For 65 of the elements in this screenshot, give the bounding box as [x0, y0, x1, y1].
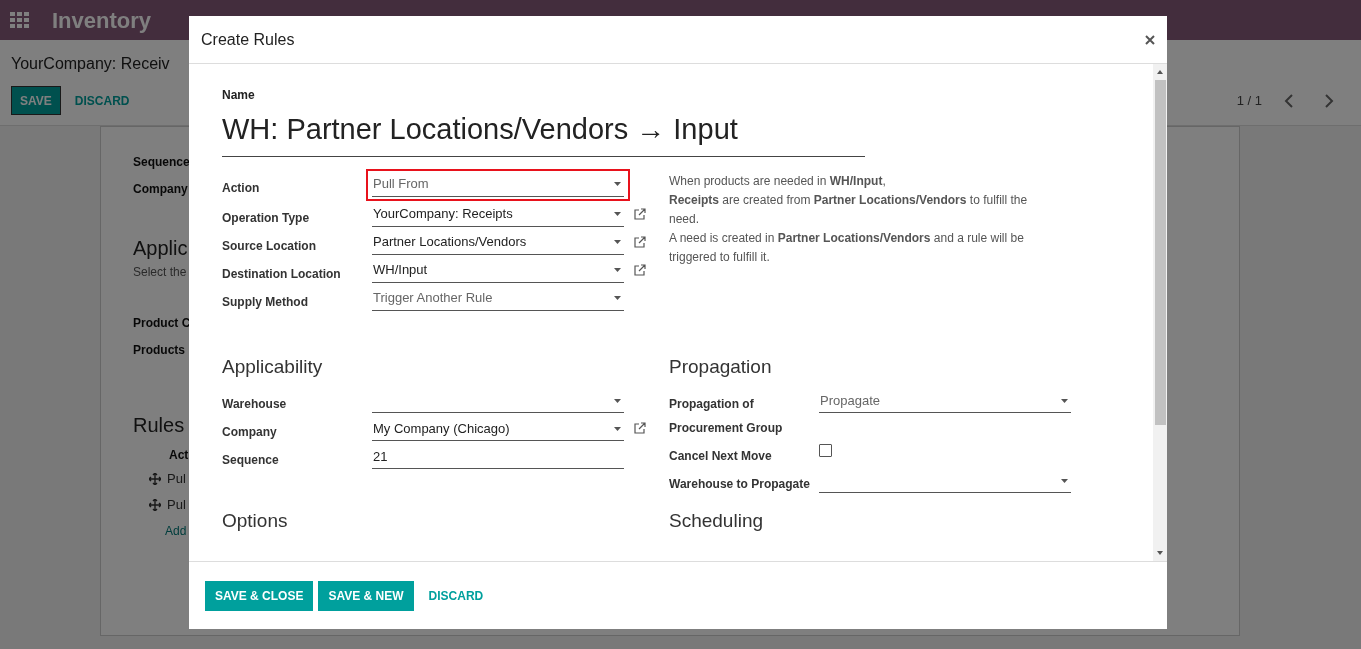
field-label: Name	[222, 87, 256, 104]
dropdown-caret-icon	[614, 398, 621, 403]
checkbox[interactable]	[819, 444, 832, 457]
dropdown-caret-icon	[614, 296, 621, 300]
apps-menu-icon[interactable]	[10, 12, 30, 28]
discard-button[interactable]: DISCARD	[418, 586, 494, 605]
name-input[interactable]: WH: Partner Locations/Vendors → Input	[222, 104, 865, 157]
select-field[interactable]: Trigger Another Rule	[372, 286, 624, 311]
field-label: Operation Type	[222, 210, 310, 225]
dropdown-caret-icon	[1061, 398, 1068, 403]
dialog-title: Create Rules	[201, 29, 295, 50]
dropdown-caret-icon	[614, 240, 621, 244]
breadcrumb[interactable]: YourCompany: Receiv	[11, 55, 170, 72]
section-title: Applic	[133, 237, 188, 259]
external-link-icon[interactable]	[634, 422, 646, 434]
app-title: Inventory	[52, 6, 152, 35]
table-cell-text: Pul	[167, 496, 186, 515]
pager-counter: 1 / 1	[1236, 91, 1262, 110]
field-label: Source Location	[222, 238, 316, 253]
section-title: Options	[222, 509, 289, 533]
column-header: Act	[169, 448, 189, 462]
field-label: Company	[222, 425, 277, 439]
chevron-right-icon	[1324, 93, 1334, 108]
hint-text: Select the	[133, 265, 187, 279]
dropdown-caret-icon	[614, 182, 621, 186]
field-label: Supply Method	[222, 294, 308, 309]
chevron-left-icon	[1284, 93, 1294, 108]
select-field[interactable]: Propagate	[819, 389, 1071, 413]
field-label: Company	[133, 182, 188, 196]
dropdown-caret-icon	[614, 426, 621, 431]
dropdown-caret-icon	[614, 212, 621, 216]
input-field[interactable]: 21	[372, 445, 624, 469]
save-button[interactable]: SAVE & NEW	[318, 580, 414, 611]
field-label: Products	[133, 343, 185, 357]
field-label: Warehouse to Propagate	[669, 477, 810, 491]
select-field[interactable]: WH/Input	[372, 258, 624, 283]
field-label: Sequence	[133, 155, 190, 169]
select-field[interactable]: My Company (Chicago)	[372, 417, 624, 441]
field-label: Warehouse	[222, 397, 287, 411]
section-title: Rules	[133, 414, 185, 436]
add-line-link[interactable]: Add	[165, 524, 187, 538]
external-link-icon[interactable]	[634, 263, 646, 276]
help-text: When products are needed in WH/Input,	[669, 172, 887, 190]
field-label: Destination Location	[222, 266, 341, 281]
external-link-icon[interactable]	[634, 207, 646, 220]
save-button[interactable]: SAVE & CLOSE	[205, 580, 314, 611]
close-icon[interactable]	[1145, 34, 1155, 45]
external-link-icon[interactable]	[634, 235, 646, 248]
section-title: Applicability	[222, 354, 324, 379]
field-label: Sequence	[222, 453, 279, 467]
dropdown-caret-icon	[614, 268, 621, 272]
field-label: Cancel Next Move	[669, 449, 772, 463]
help-text: A need is created in Partner Locations/Vendors and a rule will be triggered to fulfill it.	[669, 229, 1025, 266]
select-field[interactable]: Pull From	[372, 172, 624, 197]
select-field[interactable]: Partner Locations/Vendors	[372, 230, 624, 255]
move-handle-icon	[149, 473, 161, 485]
field-label: Action	[222, 180, 260, 195]
section-title: Propagation	[669, 354, 773, 379]
section-title: Scheduling	[669, 509, 765, 533]
field-label: Propagation of Procurement Group	[669, 397, 783, 435]
select-field[interactable]: YourCompany: Receipts	[372, 202, 624, 227]
help-text: Receipts are created from Partner Locations/Vendors to fulfill the need.	[669, 191, 1029, 228]
dropdown-caret-icon	[1061, 478, 1068, 483]
table-cell-text: Pul	[167, 470, 186, 489]
move-handle-icon	[149, 499, 161, 511]
